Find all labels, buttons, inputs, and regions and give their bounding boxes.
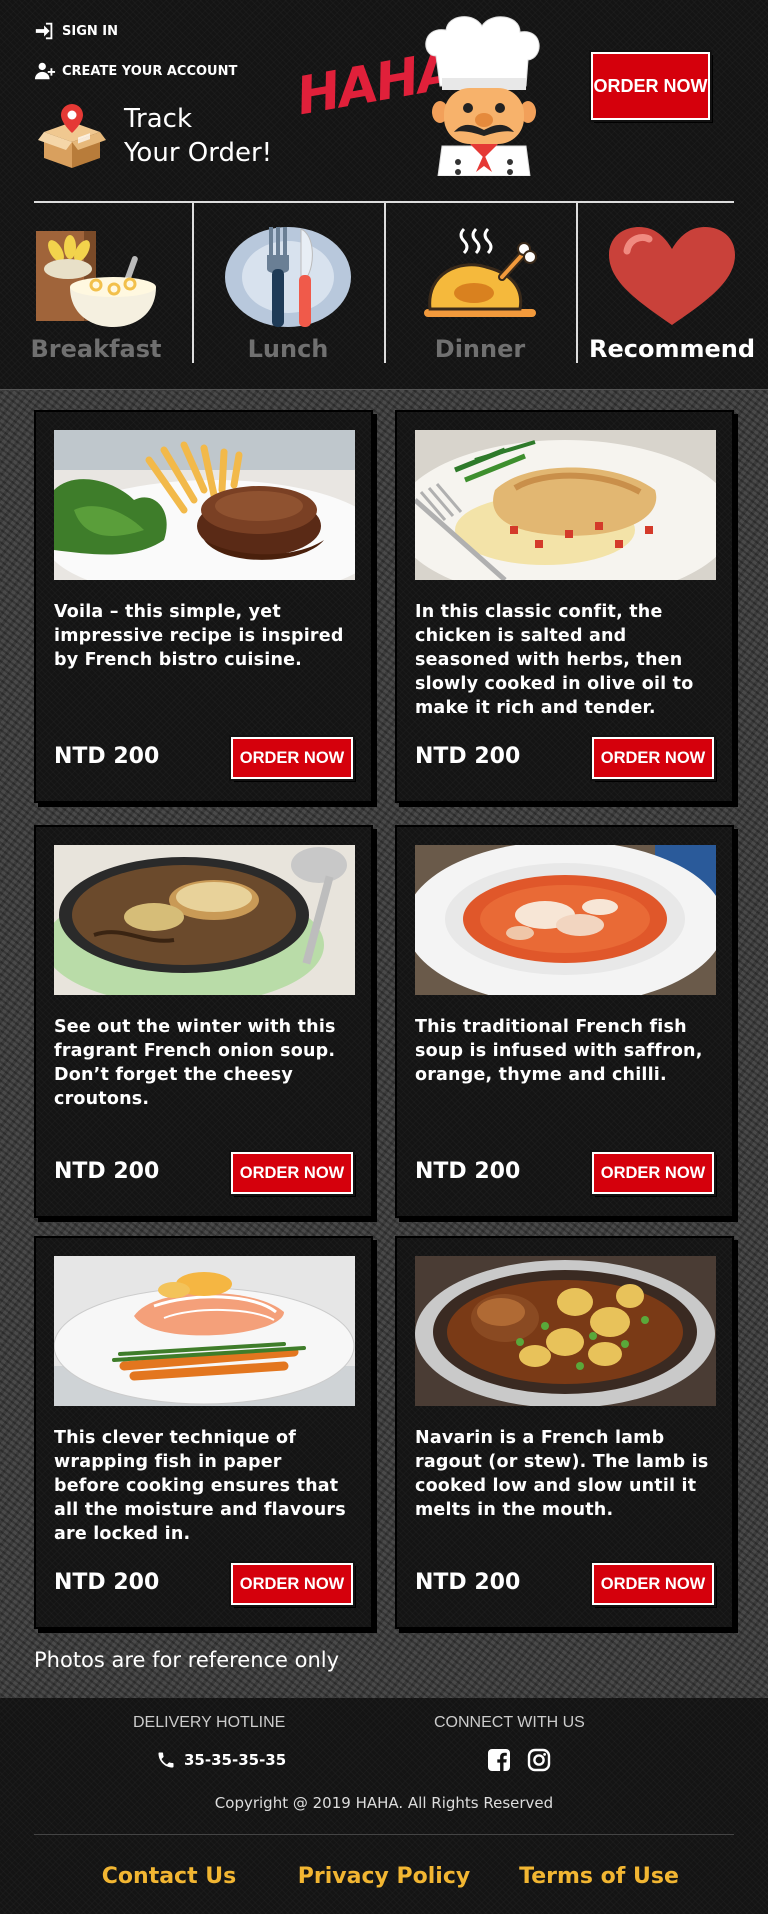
category-breakfast[interactable]: Breakfast <box>0 203 192 368</box>
track-order-link[interactable]: Track Your Order! <box>38 102 272 170</box>
package-location-icon <box>38 104 106 168</box>
order-now-button[interactable]: ORDER NOW <box>590 1150 716 1196</box>
food-photo-fish-soup <box>415 845 716 995</box>
header-order-now-button[interactable]: ORDER NOW <box>589 50 712 122</box>
order-now-button[interactable]: ORDER NOW <box>229 1561 355 1607</box>
menu-description: See out the winter with this fragrant Fr… <box>54 1017 336 1109</box>
menu-price: NTD 200 <box>54 744 160 769</box>
track-order-line2: Your Order! <box>124 138 273 168</box>
create-account-link[interactable]: CREATE YOUR ACCOUNT <box>34 60 237 82</box>
category-label: Dinner <box>434 335 526 363</box>
privacy-policy-link[interactable]: Privacy Policy <box>277 1864 492 1889</box>
menu-description: In this classic confit, the chicken is s… <box>415 602 694 718</box>
hotline-heading: DELIVERY HOTLINE <box>133 1714 286 1731</box>
menu-card: This clever technique of wrapping fish i… <box>34 1236 373 1629</box>
food-photo-steak <box>54 430 355 580</box>
category-lunch[interactable]: Lunch <box>192 203 384 368</box>
category-label: Lunch <box>247 335 329 363</box>
menu-card: Navarin is a French lamb ragout (or stew… <box>395 1236 734 1629</box>
order-now-button[interactable]: ORDER NOW <box>590 735 716 781</box>
menu-price: NTD 200 <box>415 1159 521 1184</box>
order-now-button[interactable]: ORDER NOW <box>229 1150 355 1196</box>
facebook-icon[interactable] <box>487 1748 511 1776</box>
footer-links: Contact Us Privacy Policy Terms of Use <box>0 1864 768 1889</box>
menu-description: This traditional French fish soup is inf… <box>415 1017 703 1085</box>
sign-in-link[interactable]: SIGN IN <box>34 20 118 42</box>
heart-icon <box>609 227 735 325</box>
track-order-line1: Track <box>124 104 193 134</box>
hotline-number: 35-35-35-35 <box>184 1751 287 1769</box>
category-nav: Breakfast Lunch Dinner Recommend <box>0 203 768 368</box>
terms-of-use-link[interactable]: Terms of Use <box>492 1864 707 1889</box>
menu-card: Voila – this simple, yet impressive reci… <box>34 410 373 803</box>
footer-divider <box>34 1834 734 1835</box>
phone-icon <box>158 1752 174 1768</box>
food-photo-lamb-navarin <box>415 1256 716 1406</box>
order-now-button[interactable]: ORDER NOW <box>229 735 355 781</box>
site-footer: DELIVERY HOTLINE CONNECT WITH US 35-35-3… <box>0 1698 768 1914</box>
order-now-button[interactable]: ORDER NOW <box>590 1561 716 1607</box>
connect-heading: CONNECT WITH US <box>434 1714 585 1731</box>
contact-us-link[interactable]: Contact Us <box>62 1864 277 1889</box>
create-account-label: CREATE YOUR ACCOUNT <box>62 63 238 79</box>
chef-mascot-icon <box>425 16 540 176</box>
menu-card: In this classic confit, the chicken is s… <box>395 410 734 803</box>
site-header: SIGN IN CREATE YOUR ACCOUNT Track Your O… <box>0 0 768 390</box>
social-links <box>487 1748 551 1776</box>
cereal-bowl-icon <box>36 231 156 327</box>
menu-price: NTD 200 <box>54 1570 160 1595</box>
add-user-icon <box>34 62 56 80</box>
food-photo-onion-soup <box>54 845 355 995</box>
photo-disclaimer: Photos are for reference only <box>34 1648 340 1672</box>
food-photo-salmon <box>54 1256 355 1406</box>
category-label: Recommend <box>588 335 756 363</box>
roast-chicken-icon <box>424 227 537 317</box>
menu-description: Voila – this simple, yet impressive reci… <box>54 602 344 670</box>
hotline[interactable]: 35-35-35-35 <box>156 1750 286 1770</box>
menu-description: Navarin is a French lamb ragout (or stew… <box>415 1428 709 1520</box>
menu-card: See out the winter with this fragrant Fr… <box>34 825 373 1218</box>
category-label: Breakfast <box>30 335 162 363</box>
instagram-icon[interactable] <box>527 1748 551 1776</box>
plate-fork-knife-icon <box>225 227 351 327</box>
sign-in-icon <box>35 22 53 40</box>
menu-description: This clever technique of wrapping fish i… <box>54 1428 346 1544</box>
menu-price: NTD 200 <box>54 1159 160 1184</box>
menu-card: This traditional French fish soup is inf… <box>395 825 734 1218</box>
menu-price: NTD 200 <box>415 1570 521 1595</box>
category-dinner[interactable]: Dinner <box>384 203 576 368</box>
menu-price: NTD 200 <box>415 744 521 769</box>
category-recommend[interactable]: Recommend <box>576 203 768 368</box>
food-photo-chicken-confit <box>415 430 716 580</box>
copyright: Copyright @ 2019 HAHA. All Rights Reserv… <box>214 1794 554 1812</box>
sign-in-label: SIGN IN <box>62 23 118 39</box>
